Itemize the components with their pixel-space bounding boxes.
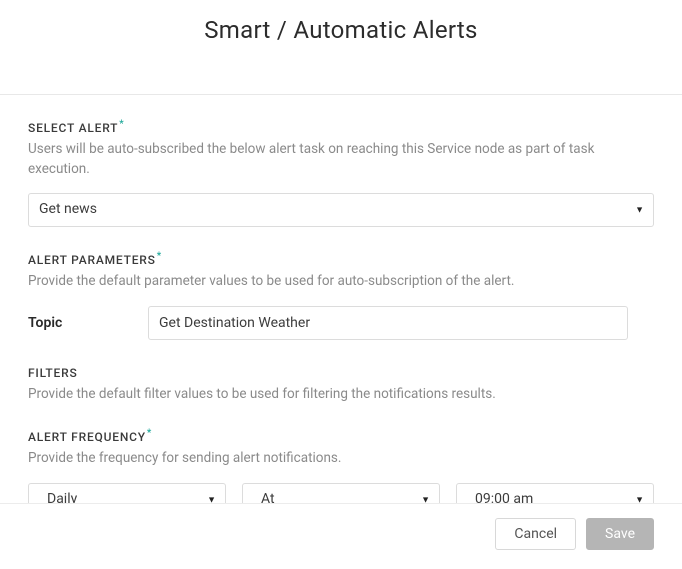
select-alert-dropdown[interactable]: Get news xyxy=(28,193,654,227)
alert-parameters-label-text: ALERT PARAMETERS xyxy=(28,253,156,267)
select-alert-label-text: SELECT ALERT xyxy=(28,121,118,135)
select-alert-section: SELECT ALERT* Users will be auto-subscri… xyxy=(28,117,654,227)
alert-parameters-section: ALERT PARAMETERS* Provide the default pa… xyxy=(28,249,654,340)
required-asterisk: * xyxy=(119,119,124,130)
topic-label: Topic xyxy=(28,315,148,331)
alert-frequency-label: ALERT FREQUENCY* xyxy=(28,430,151,444)
topic-input-wrap xyxy=(148,306,628,340)
select-alert-desc: Users will be auto-subscribed the below … xyxy=(28,140,654,179)
cancel-button[interactable]: Cancel xyxy=(495,518,576,550)
select-alert-dropdown-wrap: Get news ▼ xyxy=(28,193,654,227)
alert-parameters-desc: Provide the default parameter values to … xyxy=(28,272,654,292)
dialog-content: SELECT ALERT* Users will be auto-subscri… xyxy=(0,94,682,569)
topic-row: Topic xyxy=(28,306,654,340)
filters-section: FILTERS Provide the default filter value… xyxy=(28,362,654,405)
page-title: Smart / Automatic Alerts xyxy=(0,16,682,44)
dialog-header: Smart / Automatic Alerts xyxy=(0,0,682,94)
filters-desc: Provide the default filter values to be … xyxy=(28,385,654,405)
required-asterisk: * xyxy=(157,251,162,262)
save-button[interactable]: Save xyxy=(586,518,654,550)
alert-frequency-desc: Provide the frequency for sending alert … xyxy=(28,449,654,469)
select-alert-label: SELECT ALERT* xyxy=(28,121,124,135)
filters-label: FILTERS xyxy=(28,366,78,380)
alert-parameters-label: ALERT PARAMETERS* xyxy=(28,253,161,267)
alert-frequency-label-text: ALERT FREQUENCY xyxy=(28,430,146,444)
required-asterisk: * xyxy=(147,428,152,439)
dialog-footer: Cancel Save xyxy=(0,503,682,564)
topic-input[interactable] xyxy=(148,306,628,340)
